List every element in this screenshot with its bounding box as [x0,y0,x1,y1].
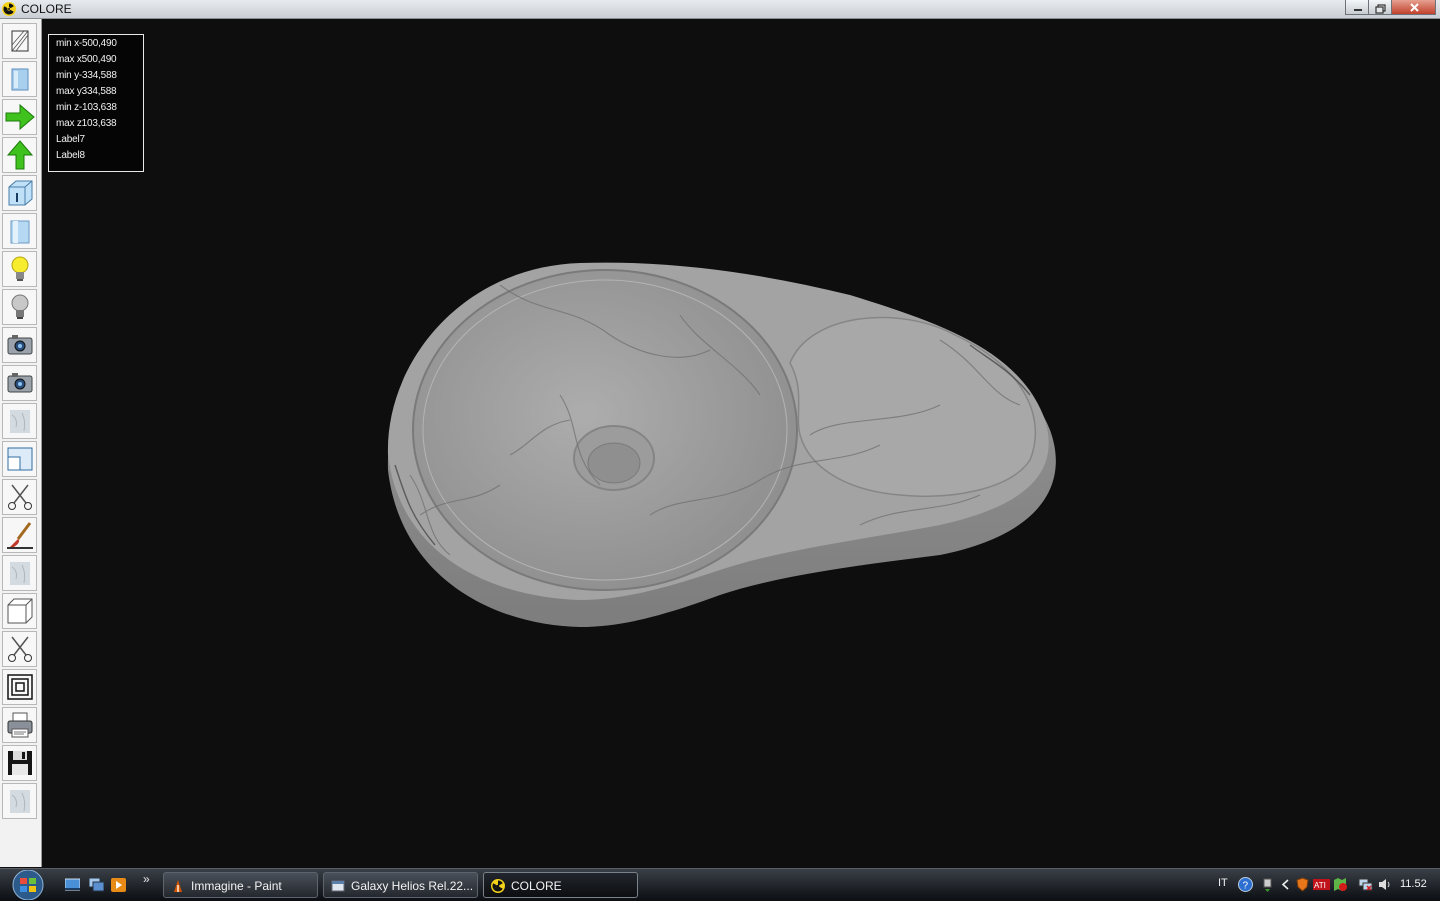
box-icon [7,598,33,624]
min-z-label: min z-103,638 [56,102,117,113]
taskbar: » Immagine - Paint Galaxy Helios Rel.22.… [0,868,1440,901]
network-icon[interactable] [1358,877,1373,892]
texture-button[interactable] [2,403,37,439]
close-button[interactable] [1391,0,1436,15]
quick-launch-overflow[interactable]: » [143,872,150,886]
ati-icon[interactable]: ATI [1313,877,1330,892]
min-x-label: min x-500,490 [56,38,117,49]
scissors-icon [8,636,32,662]
windows-start-orb-icon[interactable] [8,870,48,900]
max-y-label: max y334,588 [56,86,117,97]
max-x-label: max x500,490 [56,54,117,65]
marble-washbasin-model[interactable] [380,255,1060,635]
restore-icon [1375,4,1386,14]
media-player-icon[interactable] [111,878,126,892]
cut-button[interactable] [2,479,37,515]
camera-icon [7,335,33,355]
task-colore[interactable]: COLORE [483,872,638,898]
camera-button[interactable] [2,327,37,363]
texture-2-button[interactable] [2,555,37,591]
green-arrow-right-icon [5,103,35,131]
shield-icon[interactable] [1295,877,1310,892]
clock[interactable]: 11.52 [1400,878,1427,890]
scissors-icon [8,484,32,510]
app-window-icon [331,880,345,892]
box-view-button[interactable] [2,593,37,629]
marble-texture-icon [10,790,30,813]
chevron-left-icon[interactable] [1278,877,1293,892]
volume-icon[interactable] [1377,877,1392,892]
safely-remove-icon[interactable] [1260,877,1275,892]
marble-texture-icon [10,410,30,433]
radiation-icon [2,2,16,16]
print-button[interactable] [2,707,37,743]
lightbulb-on-icon [11,256,29,281]
solid-panel-button[interactable] [2,61,37,97]
task-label: Galaxy Helios Rel.22... [351,879,474,893]
box-info-button[interactable] [2,175,37,211]
min-y-label: min y-334,588 [56,70,117,81]
task-label: Immagine - Paint [191,879,282,893]
paintbrush-icon [7,522,33,549]
bounding-box-info-panel: min x-500,490 max x500,490 min y-334,588… [48,34,144,172]
task-paint[interactable]: Immagine - Paint [163,872,318,898]
max-z-label: max z103,638 [56,118,117,129]
save-button[interactable] [2,745,37,781]
help-icon[interactable]: ? [1238,877,1253,892]
title-bar: COLORE [0,0,1440,19]
left-toolbar [0,19,42,867]
blue-panel-icon [11,68,29,91]
show-desktop-icon[interactable] [65,878,80,892]
box-info-icon [8,180,33,206]
svg-text:ATI: ATI [1314,881,1326,890]
window-layout-icon [7,447,33,471]
paint-brush-button[interactable] [2,517,37,553]
printer-icon [7,712,33,738]
task-galaxy-helios[interactable]: Galaxy Helios Rel.22... [323,872,478,898]
texture-3-button[interactable] [2,783,37,819]
radiation-icon [491,879,505,893]
offset-contour-button[interactable] [2,669,37,705]
wireframe-box-icon [11,30,29,52]
camera-2-button[interactable] [2,365,37,401]
window-layout-button[interactable] [2,441,37,477]
minimize-icon [1354,9,1362,11]
switch-windows-icon[interactable] [89,878,104,892]
wireframe-view-button[interactable] [2,23,37,59]
camera-icon [7,373,33,393]
concentric-squares-icon [7,674,33,700]
paint-icon [174,880,182,892]
floppy-disk-icon [8,751,32,775]
svg-text:?: ? [1243,881,1249,892]
blue-cylinder-icon [10,220,30,244]
language-indicator[interactable]: IT [1218,877,1228,889]
cut-2-button[interactable] [2,631,37,667]
cylinder-button[interactable] [2,213,37,249]
window-title: COLORE [21,2,72,16]
task-label: COLORE [511,879,562,893]
rotate-up-button[interactable] [2,137,37,173]
label8: Label8 [56,150,85,161]
restore-button[interactable] [1368,0,1392,15]
minimize-button[interactable] [1345,0,1369,15]
close-icon [1410,3,1419,12]
light-on-button[interactable] [2,251,37,287]
marble-texture-icon [10,562,30,585]
light-off-button[interactable] [2,289,37,325]
green-arrow-up-icon [6,140,34,170]
lightbulb-off-icon [11,294,29,319]
security-center-icon[interactable] [1333,877,1348,892]
rotate-right-button[interactable] [2,99,37,135]
label7: Label7 [56,134,85,145]
